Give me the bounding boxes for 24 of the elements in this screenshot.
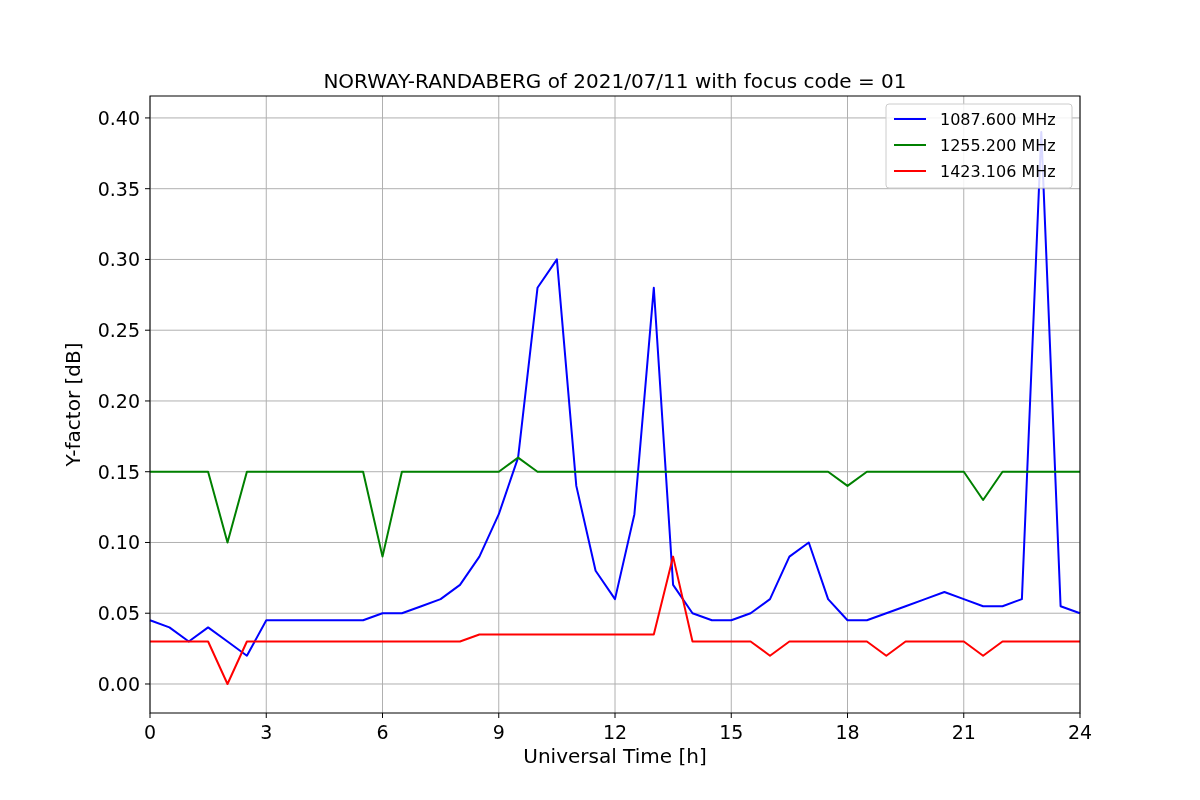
tick-label: 0.20 <box>97 389 140 412</box>
tick-label: 24 <box>1067 721 1093 743</box>
legend-label: 1423.106 MHz <box>940 162 1056 181</box>
tick-label: 0.15 <box>97 460 140 483</box>
tick-label: 18 <box>835 721 860 743</box>
tick-label: 0.30 <box>97 248 140 271</box>
axis-label: Y-factor [dB] <box>61 342 85 467</box>
axis-label: Universal Time [h] <box>523 744 707 768</box>
tick-label: 21 <box>951 721 976 743</box>
tick-label: 6 <box>376 721 389 743</box>
tick-label: 0.40 <box>97 106 140 129</box>
tick-label: 0 <box>143 721 157 743</box>
tick-label: 0.05 <box>97 602 140 625</box>
chart-title: NORWAY-RANDABERG of 2021/07/11 with focus code = 01 <box>323 69 907 93</box>
tick-label: 9 <box>492 721 505 743</box>
tick-label: 12 <box>602 721 628 743</box>
tick-label: 0.25 <box>97 319 140 342</box>
tick-label: 0.10 <box>97 531 140 554</box>
legend-label: 1255.200 MHz <box>940 136 1056 155</box>
tick-label: 0.00 <box>97 673 140 695</box>
tick-label: 15 <box>719 721 744 743</box>
tick-label: 3 <box>260 721 273 743</box>
legend-label: 1087.600 MHz <box>940 110 1056 129</box>
tick-label: 0.35 <box>97 177 140 200</box>
